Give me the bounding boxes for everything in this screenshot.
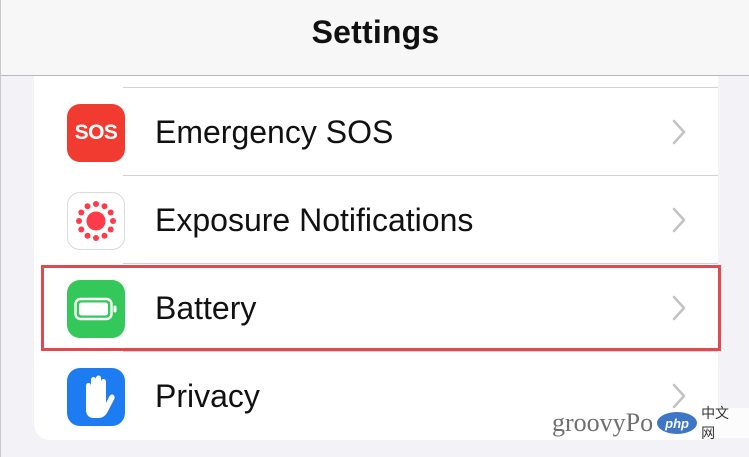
chevron-right-icon: [672, 383, 686, 409]
settings-row-emergency-sos[interactable]: SOS Emergency SOS: [34, 88, 718, 176]
chevron-right-icon: [672, 295, 686, 321]
chevron-right-icon: [672, 207, 686, 233]
settings-row-exposure-notifications[interactable]: Exposure Notifications: [34, 176, 718, 264]
row-label: Emergency SOS: [155, 114, 394, 150]
php-badge: php: [657, 412, 698, 434]
hand-icon: [67, 368, 125, 426]
watermark-suffix: 中文网: [701, 406, 730, 442]
row-label: Battery: [155, 290, 257, 326]
navigation-bar: Settings: [1, 0, 749, 76]
settings-screen: Settings SOS Emergency SOS Exposure Noti…: [0, 0, 749, 457]
exposure-notifications-icon: [67, 192, 125, 250]
watermark-text: groovyPo: [552, 408, 654, 437]
row-label: Privacy: [155, 378, 260, 414]
sos-icon: SOS: [67, 104, 125, 162]
page-title: Settings: [311, 14, 440, 50]
watermark: groovyPo php 中文网: [548, 406, 749, 442]
settings-row-battery[interactable]: Battery: [34, 264, 718, 352]
row-label: Exposure Notifications: [155, 202, 474, 238]
chevron-right-icon: [672, 119, 686, 145]
battery-icon: [67, 280, 125, 338]
